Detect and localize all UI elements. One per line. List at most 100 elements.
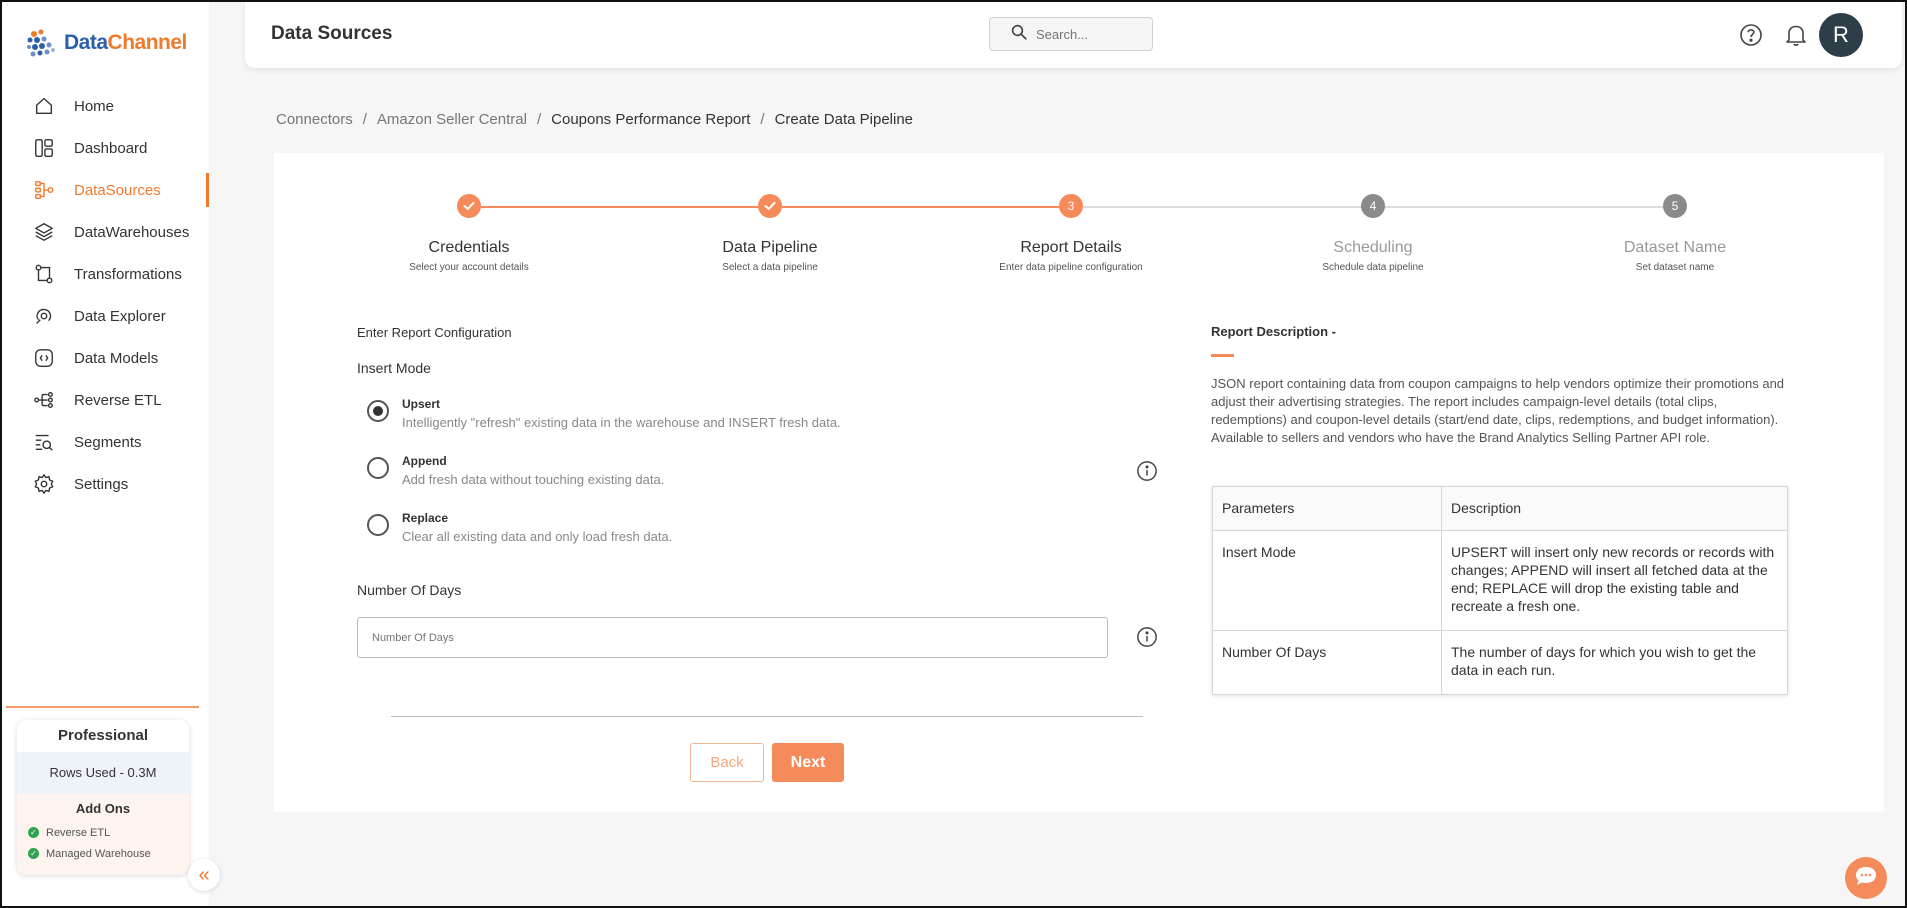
breadcrumb-amazon-seller-central[interactable]: Amazon Seller Central [377, 111, 527, 128]
step-5-label: Dataset Name [1623, 239, 1727, 256]
table-header-row: Parameters Description [1212, 486, 1788, 531]
form-divider [391, 716, 1143, 717]
table-header: Description [1441, 486, 1788, 531]
logo-icon [24, 26, 58, 60]
sidebar-item-segments[interactable]: Segments [2, 421, 209, 463]
number-of-days-title: Number Of Days [357, 582, 462, 598]
table-cell: UPSERT will insert only new records or r… [1441, 530, 1788, 631]
radio-description: Add fresh data without touching existing… [402, 472, 665, 487]
segments-icon [32, 430, 56, 454]
step-connector [782, 206, 1068, 208]
step-1-check-icon [457, 194, 481, 218]
logo[interactable]: DataChannel [24, 26, 187, 60]
plan-addons: Add Ons ✓ Reverse ETL ✓ Managed Warehous… [17, 794, 189, 875]
addon-label: Managed Warehouse [46, 847, 151, 860]
sidebar-item-transformations[interactable]: Transformations [2, 253, 209, 295]
step-connector [1384, 206, 1670, 208]
sidebar-item-reverse-etl[interactable]: Reverse ETL [2, 379, 209, 421]
section-title: Enter Report Configuration [357, 325, 512, 340]
step-5-sublabel: Set dataset name [1635, 262, 1715, 273]
step-3-number: 3 [1059, 194, 1083, 218]
plan-name: Professional [57, 727, 149, 744]
radio-upsert[interactable]: Upsert Intelligently "refresh" existing … [367, 397, 841, 430]
parameters-table: Parameters Description Insert Mode UPSER… [1212, 486, 1788, 695]
insert-mode-title: Insert Mode [357, 360, 431, 376]
addon-label: Reverse ETL [46, 826, 111, 839]
report-description-title: Report Description - [1211, 324, 1336, 339]
sidebar-item-data-explorer[interactable]: Data Explorer [2, 295, 209, 337]
radio-button[interactable] [367, 514, 389, 536]
chat-bubble-icon [1853, 864, 1879, 893]
logo-text: DataChannel [64, 31, 187, 55]
step-2-sublabel: Select a data pipeline [722, 262, 818, 273]
step-5-number: 5 [1663, 194, 1687, 218]
sidebar-item-label: DataWarehouses [74, 223, 190, 241]
sidebar: DataChannel Home Dashboard DataSources D… [2, 2, 209, 906]
check-circle-icon: ✓ [28, 848, 39, 859]
sidebar-item-settings[interactable]: Settings [2, 463, 209, 505]
avatar[interactable]: R [1819, 13, 1863, 57]
radio-append[interactable]: Append Add fresh data without touching e… [367, 454, 664, 487]
transform-icon [32, 262, 56, 286]
step-1-label[interactable]: Credentials [349, 239, 589, 257]
step-connector [1083, 206, 1369, 208]
sidebar-item-label: DataSources [74, 181, 161, 199]
reverse-etl-icon [32, 388, 56, 412]
dashboard-icon [32, 136, 56, 160]
explorer-icon [32, 304, 56, 328]
bell-icon[interactable] [1785, 23, 1807, 52]
chat-button[interactable] [1845, 857, 1887, 899]
title-underline [1211, 354, 1234, 357]
info-icon[interactable] [1136, 626, 1158, 653]
step-connector [481, 206, 767, 208]
breadcrumb-separator: / [536, 111, 542, 128]
check-circle-icon: ✓ [28, 827, 39, 838]
table-header: Parameters [1212, 486, 1442, 531]
sidebar-item-dashboard[interactable]: Dashboard [2, 127, 209, 169]
table-cell: The number of days for which you wish to… [1441, 630, 1788, 695]
sidebar-item-label: Transformations [74, 265, 182, 283]
help-icon[interactable] [1739, 23, 1763, 52]
logo-text-channel: Channel [107, 31, 188, 54]
search-input[interactable] [1036, 26, 1146, 42]
step-3-label: Report Details [1020, 239, 1122, 256]
sidebar-item-label: Home [74, 97, 115, 115]
number-of-days-input[interactable] [357, 617, 1108, 658]
sidebar-nav: Home Dashboard DataSources DataWarehouse… [2, 85, 209, 505]
step-3-sublabel: Enter data pipeline configuration [999, 262, 1143, 273]
breadcrumb-connectors[interactable]: Connectors [276, 111, 353, 128]
step-2-label[interactable]: Data Pipeline [650, 239, 890, 257]
search-box[interactable] [989, 17, 1153, 51]
sidebar-item-datasources[interactable]: DataSources [2, 169, 209, 211]
radio-button[interactable] [367, 400, 389, 422]
top-header: Data Sources R [245, 2, 1902, 68]
breadcrumb: Connectors / Amazon Seller Central / Cou… [276, 111, 913, 128]
addons-title: Add Ons [75, 801, 131, 816]
logo-text-data: Data [64, 31, 108, 54]
info-icon[interactable] [1136, 460, 1158, 487]
back-button[interactable]: Back [690, 743, 764, 782]
sidebar-item-datawarehouses[interactable]: DataWarehouses [2, 211, 209, 253]
radio-replace[interactable]: Replace Clear all existing data and only… [367, 511, 672, 544]
breadcrumb-report[interactable]: Coupons Performance Report [551, 111, 750, 128]
gear-icon [32, 472, 56, 496]
sidebar-item-home[interactable]: Home [2, 85, 209, 127]
breadcrumb-separator: / [760, 111, 765, 128]
sidebar-item-label: Dashboard [74, 139, 148, 157]
sidebar-item-data-models[interactable]: Data Models [2, 337, 209, 379]
table-cell: Number Of Days [1212, 630, 1442, 695]
radio-description: Clear all existing data and only load fr… [402, 529, 673, 544]
step-4-label: Scheduling [1333, 239, 1413, 256]
layers-icon [32, 220, 56, 244]
plan-card: Professional Rows Used - 0.3M Add Ons ✓ … [17, 720, 189, 875]
radio-button[interactable] [367, 457, 389, 479]
breadcrumb-current: Create Data Pipeline [774, 111, 914, 128]
collapse-sidebar-button[interactable]: « [188, 859, 220, 891]
report-description-text: JSON report containing data from coupon … [1211, 376, 1785, 445]
addon-item: ✓ Managed Warehouse [17, 843, 189, 864]
datasources-icon [32, 178, 56, 202]
next-button[interactable]: Next [772, 743, 844, 782]
sidebar-item-label: Reverse ETL [74, 391, 162, 409]
table-row: Insert Mode UPSERT will insert only new … [1212, 530, 1788, 631]
page-title: Data Sources [271, 23, 393, 44]
